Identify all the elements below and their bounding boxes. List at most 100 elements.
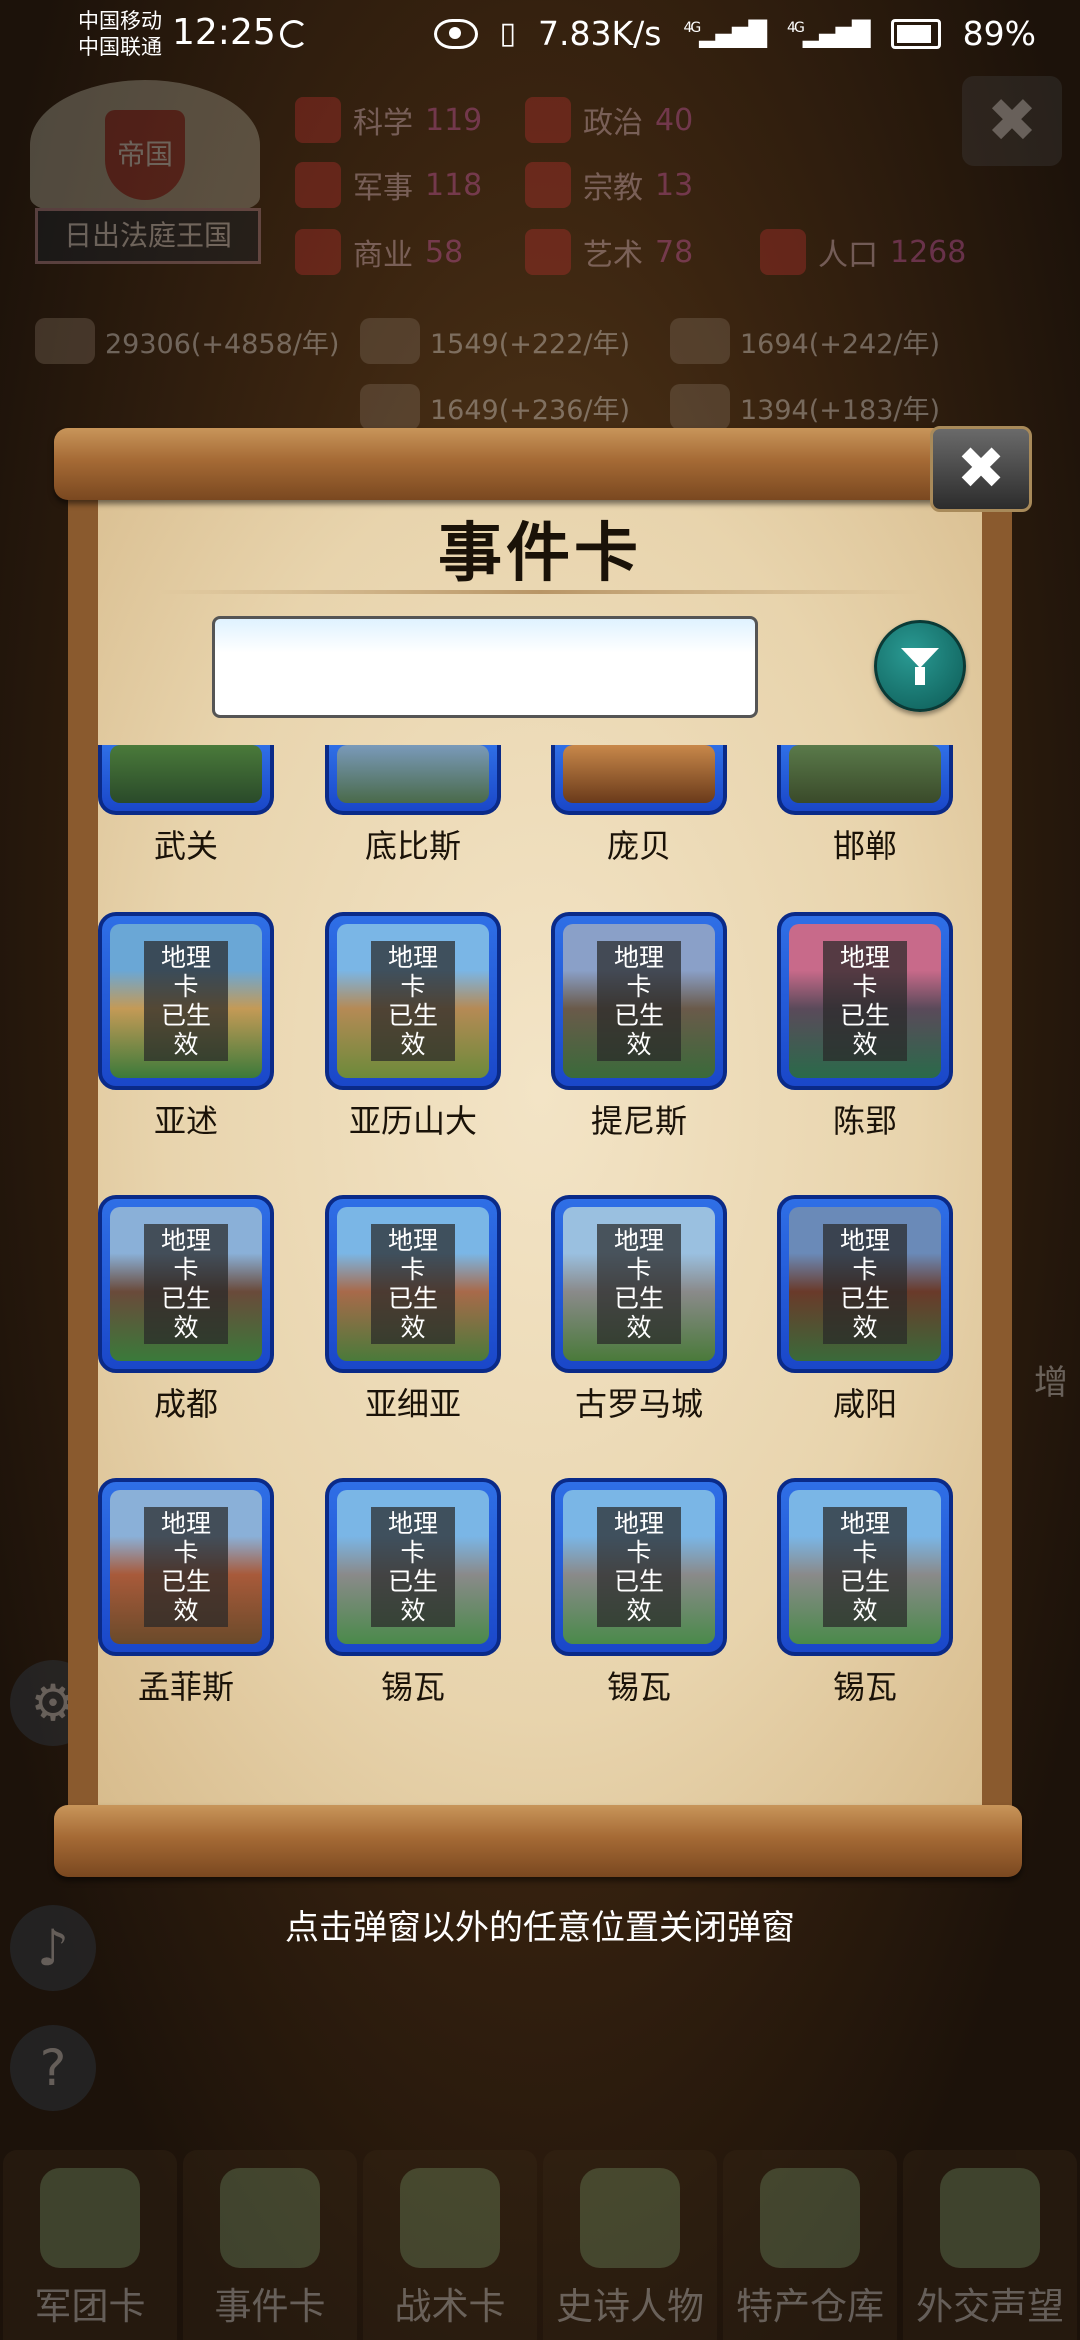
card-partial-3[interactable]: 庞贝 [551, 745, 727, 867]
vibrate-icon: ▯ [499, 16, 517, 51]
card-name: 底比斯 [364, 827, 461, 865]
badge-line-1: 地理卡 [160, 943, 211, 1001]
event-card[interactable]: 地理卡 已生效古罗马城 [551, 1195, 727, 1425]
card-name: 古罗马城 [574, 1385, 703, 1423]
badge-line-1: 地理卡 [613, 943, 664, 1001]
wood-icon [360, 318, 420, 364]
art-icon [525, 229, 571, 275]
event-card[interactable]: 地理卡 已生效 亚历山大 [325, 912, 501, 1142]
badge-line-1: 地理卡 [387, 1509, 438, 1567]
card-frame: 地理卡 已生效 [551, 912, 727, 1090]
gold-icon [35, 318, 95, 364]
stat-population: 人口 1268 [760, 227, 966, 277]
card-frame: 地理卡 已生效 [777, 1478, 953, 1656]
iron-icon [670, 318, 730, 364]
card-frame [777, 745, 953, 815]
badge-line-2: 已生效 [613, 1001, 664, 1059]
card-status-badge: 地理卡 已生效 [144, 1507, 228, 1627]
nav-epic-figures[interactable]: 史诗人物 [543, 2150, 717, 2340]
badge-line-2: 已生效 [613, 1284, 664, 1342]
stone-icon [360, 384, 420, 430]
card-name: 陈郢 [832, 1102, 897, 1140]
event-card[interactable]: 地理卡 已生效 陈郢 [777, 912, 953, 1142]
event-card[interactable]: 地理卡 已生效 咸阳 [777, 1195, 953, 1425]
search-input[interactable] [212, 616, 758, 718]
scroll-rod-bottom [54, 1805, 1022, 1877]
sync-icon [280, 20, 308, 48]
status-bar: 中国移动 中国联通 12:25 ▯ 7.83K/s 4G▂▄▆█ 4G▂▄▆█ … [0, 0, 1080, 70]
stat-military: 军事 118 [295, 160, 482, 210]
population-icon [760, 229, 806, 275]
politics-icon [525, 97, 571, 143]
badge-line-2: 已生效 [160, 1001, 211, 1059]
signal-icon-1: 4G▂▄▆█ [683, 19, 767, 48]
nav-tactic-cards[interactable]: 战术卡 [363, 2150, 537, 2340]
card-name: 成都 [153, 1385, 218, 1423]
badge-line-2: 已生效 [839, 1001, 890, 1059]
card-status-badge: 地理卡 已生效 [823, 941, 907, 1061]
event-card[interactable]: 地理卡 已生效 锡瓦 [551, 1478, 727, 1708]
card-frame: 地理卡 已生效 [551, 1195, 727, 1373]
commerce-icon [295, 229, 341, 275]
stat-commerce: 商业 58 [295, 227, 463, 277]
badge-line-1: 地理卡 [613, 1509, 664, 1567]
card-status-badge: 地理卡 已生效 [597, 1224, 681, 1344]
signal-icon-2: 4G▂▄▆█ [787, 19, 871, 48]
event-card[interactable]: 地理卡 已生效 锡瓦 [777, 1478, 953, 1708]
card-partial-4[interactable]: 邯郸 [777, 745, 953, 867]
badge-line-2: 已生效 [613, 1567, 664, 1625]
card-status-badge: 地理卡 已生效 [597, 941, 681, 1061]
card-name: 庞贝 [606, 827, 671, 865]
filter-icon[interactable] [874, 620, 966, 712]
crossed-swords-icon [400, 2168, 500, 2268]
net-speed: 7.83K/s [538, 14, 662, 53]
badge-line-1: 地理卡 [160, 1226, 211, 1284]
card-frame: 地理卡 已生效 [325, 912, 501, 1090]
event-card[interactable]: 地理卡 已生效 亚细亚 [325, 1195, 501, 1425]
card-status-badge: 地理卡 已生效 [371, 1507, 455, 1627]
card-name: 锡瓦 [606, 1668, 671, 1706]
resource-stone: 1649(+236/年) [360, 382, 630, 432]
event-card[interactable]: 地理卡 已生效 锡瓦 [325, 1478, 501, 1708]
resource-iron: 1694(+242/年) [670, 316, 940, 366]
carrier-labels: 中国移动 中国联通 [78, 8, 162, 60]
resource-food: 1394(+183/年) [670, 382, 940, 432]
card-grid[interactable]: 武关 底比斯 庞贝 邯郸 地理卡 已生效 亚述 地理卡 已生效 亚历山大 地理卡 已生效 提尼斯… [98, 745, 982, 1785]
kingdom-name: 日出法庭王国 [35, 208, 261, 264]
nav-diplomacy[interactable]: 外交声望 [903, 2150, 1077, 2340]
carrier-2: 中国联通 [78, 35, 162, 59]
card-frame: 地理卡 已生效 [777, 1195, 953, 1373]
card-frame: 地理卡 已生效 [98, 1478, 274, 1656]
stat-politics: 政治 40 [525, 95, 693, 145]
title-divider [160, 590, 920, 594]
card-status-badge: 地理卡 已生效 [823, 1224, 907, 1344]
card-image [563, 745, 715, 803]
event-card[interactable]: 地理卡 已生效 亚述 [98, 912, 274, 1142]
card-name: 邯郸 [832, 827, 897, 865]
badge-line-1: 地理卡 [839, 1509, 890, 1567]
card-partial-1[interactable]: 武关 [98, 745, 274, 867]
event-card[interactable]: 地理卡 已生效 成都 [98, 1195, 274, 1425]
modal-close-button[interactable]: ✖ [930, 426, 1032, 512]
help-icon[interactable]: ? [10, 2025, 96, 2111]
card-status-badge: 地理卡 已生效 [144, 941, 228, 1061]
nav-event-cards[interactable]: 事件卡 [183, 2150, 357, 2340]
card-frame: 地理卡 已生效 [325, 1478, 501, 1656]
badge-line-2: 已生效 [387, 1284, 438, 1342]
card-status-badge: 地理卡 已生效 [371, 941, 455, 1061]
card-partial-2[interactable]: 底比斯 [325, 745, 501, 867]
resource-gold: 29306(+4858/年) [35, 316, 339, 366]
card-frame [325, 745, 501, 815]
nav-legion-cards[interactable]: 军团卡 [3, 2150, 177, 2340]
food-icon [670, 384, 730, 430]
scroll-icon [220, 2168, 320, 2268]
crown-icon [580, 2168, 680, 2268]
card-frame: 地理卡 已生效 [777, 912, 953, 1090]
event-card[interactable]: 地理卡 已生效 提尼斯 [551, 912, 727, 1142]
badge-line-1: 地理卡 [839, 1226, 890, 1284]
badge-line-1: 地理卡 [839, 943, 890, 1001]
nav-specialty-warehouse[interactable]: 特产仓库 [723, 2150, 897, 2340]
event-card[interactable]: 地理卡 已生效 孟菲斯 [98, 1478, 274, 1708]
hud-close-button[interactable]: ✖ [962, 76, 1062, 166]
badge-line-2: 已生效 [387, 1001, 438, 1059]
